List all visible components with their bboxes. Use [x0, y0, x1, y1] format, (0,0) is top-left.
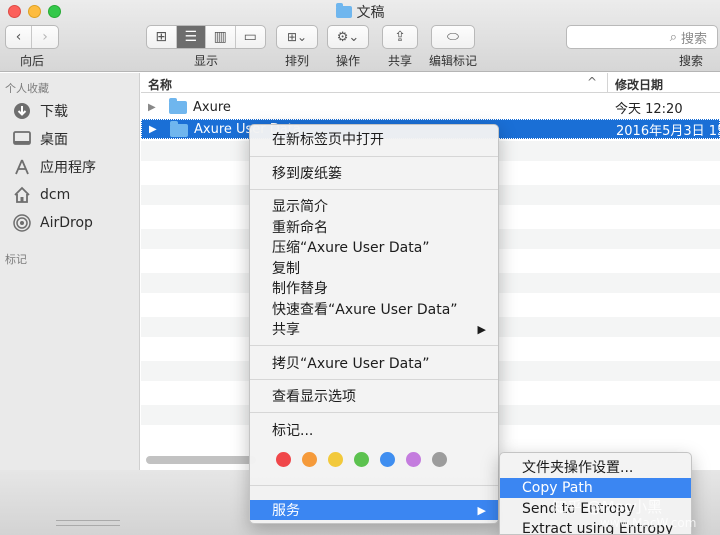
- menu-separator: [250, 379, 498, 380]
- icon-view-button[interactable]: ⊞: [147, 26, 177, 48]
- sidebar-item-downloads[interactable]: 下载: [12, 99, 68, 123]
- cover-flow-icon: ▭: [243, 29, 257, 45]
- arrange-label: 排列: [284, 54, 309, 68]
- share-button[interactable]: ⇪: [382, 25, 418, 49]
- menu-item-duplicate[interactable]: 复制: [250, 258, 498, 278]
- sidebar-item-desktop[interactable]: 桌面: [12, 127, 68, 151]
- tag-red[interactable]: [276, 452, 291, 467]
- menu-separator: [250, 156, 498, 157]
- menu-separator: [250, 189, 498, 190]
- share-label: 共享: [387, 54, 412, 68]
- menu-separator: [250, 485, 498, 486]
- favorites-heading: 个人收藏: [5, 82, 49, 95]
- gear-icon: ⚙⌄: [336, 29, 360, 45]
- airdrop-icon: [12, 213, 32, 233]
- applications-icon: [12, 157, 32, 177]
- table-row[interactable]: ▶ Axure 今天 12:20: [141, 97, 720, 117]
- folder-icon: [170, 121, 188, 137]
- resize-grip: [56, 520, 120, 526]
- gallery-view-button[interactable]: ▭: [236, 26, 265, 48]
- search-placeholder: 搜索: [680, 31, 707, 47]
- file-name: Axure: [193, 99, 231, 115]
- column-date-header[interactable]: 修改日期: [615, 76, 663, 93]
- menu-item-quick-look[interactable]: 快速查看“Axure User Data”: [250, 299, 498, 319]
- column-divider[interactable]: [607, 73, 608, 93]
- menu-separator: [250, 345, 498, 346]
- tag-purple[interactable]: [406, 452, 421, 467]
- menu-item-share[interactable]: 共享 ▶: [250, 319, 498, 339]
- disclosure-triangle-icon[interactable]: ▶: [148, 102, 156, 113]
- file-date: 今天 12:20: [615, 101, 683, 117]
- menu-item-make-alias[interactable]: 制作替身: [250, 278, 498, 298]
- file-date: 2016年5月3日 15: [616, 123, 720, 139]
- horizontal-scrollbar[interactable]: [146, 456, 256, 464]
- view-label: 显示: [193, 54, 218, 68]
- menu-item-move-to-trash[interactable]: 移到废纸篓: [250, 163, 498, 183]
- grid-icon: ⊞: [155, 29, 168, 45]
- edit-tags-label: 编辑标记: [428, 54, 477, 68]
- folder-icon: [335, 3, 352, 18]
- desktop-icon: [12, 129, 32, 149]
- window-title: 文稿: [0, 2, 720, 22]
- tag-yellow[interactable]: [328, 452, 343, 467]
- menu-item-rename[interactable]: 重新命名: [250, 217, 498, 237]
- sidebar: 个人收藏 下载 桌面 应用程序 dcm AirDrop 标记: [0, 73, 140, 470]
- menu-item-show-view-options[interactable]: 查看显示选项: [250, 386, 498, 406]
- sort-ascending-icon: ^: [587, 75, 598, 89]
- column-name-header[interactable]: 名称: [148, 76, 172, 93]
- disclosure-triangle-icon[interactable]: ▶: [149, 124, 157, 135]
- menu-item-tags[interactable]: 标记...: [250, 420, 498, 440]
- menu-item-services[interactable]: 服务 ▶: [250, 500, 498, 520]
- submenu-arrow-icon: ▶: [477, 503, 486, 517]
- tag-orange[interactable]: [302, 452, 317, 467]
- search-icon: ⌕: [669, 29, 677, 45]
- list-header: 名称 ^ 修改日期: [141, 73, 720, 93]
- watermark-text: 知乎 @Mac小黑: [552, 498, 663, 516]
- submenu-item-folder-actions[interactable]: 文件夹操作设置...: [500, 457, 691, 477]
- back-forward-control: ‹ ›: [5, 25, 59, 49]
- sidebar-item-home[interactable]: dcm: [12, 183, 70, 207]
- list-icon: ☰: [184, 29, 198, 45]
- tag-icon: ⬭: [447, 29, 459, 45]
- share-icon: ⇪: [394, 29, 406, 45]
- download-icon: [12, 101, 32, 121]
- arrange-icon: ⊞⌄: [286, 30, 308, 44]
- forward-button[interactable]: ›: [32, 26, 58, 48]
- list-view-button[interactable]: ☰: [176, 26, 206, 48]
- search-label: 搜索: [678, 54, 703, 68]
- action-button[interactable]: ⚙⌄: [327, 25, 369, 49]
- menu-item-get-info[interactable]: 显示简介: [250, 196, 498, 216]
- search-field[interactable]: ⌕ 搜索: [566, 25, 718, 49]
- column-view-button[interactable]: ▥: [206, 26, 236, 48]
- submenu-item-copy-path[interactable]: Copy Path: [500, 478, 691, 498]
- menu-item-compress[interactable]: 压缩“Axure User Data”: [250, 237, 498, 257]
- sidebar-item-applications[interactable]: 应用程序: [12, 155, 96, 179]
- edit-tags-button[interactable]: ⬭: [431, 25, 475, 49]
- home-icon: [12, 185, 32, 205]
- tags-heading: 标记: [5, 253, 27, 266]
- chevron-left-icon: ‹: [15, 29, 22, 45]
- folder-icon: [169, 98, 187, 114]
- action-label: 操作: [335, 54, 360, 68]
- menu-separator: [250, 412, 498, 413]
- tag-green[interactable]: [354, 452, 369, 467]
- columns-icon: ▥: [213, 29, 227, 45]
- context-menu: 在新标签页中打开 移到废纸篓 显示简介 重新命名 压缩“Axure User D…: [249, 124, 499, 524]
- tag-color-row: [276, 452, 447, 467]
- tag-gray[interactable]: [432, 452, 447, 467]
- chevron-right-icon: ›: [42, 29, 48, 45]
- watermark-url: www.MacW.com: [600, 516, 697, 530]
- arrange-button[interactable]: ⊞⌄: [276, 25, 318, 49]
- tag-blue[interactable]: [380, 452, 395, 467]
- view-switcher: ⊞ ☰ ▥ ▭: [146, 25, 266, 49]
- back-label: 向后: [19, 54, 44, 68]
- sidebar-item-airdrop[interactable]: AirDrop: [12, 211, 93, 235]
- submenu-arrow-icon: ▶: [477, 322, 486, 336]
- menu-item-copy[interactable]: 拷贝“Axure User Data”: [250, 353, 498, 373]
- menu-item-open-in-new-tab[interactable]: 在新标签页中打开: [250, 129, 498, 149]
- back-button[interactable]: ‹: [6, 26, 33, 48]
- toolbar: 文稿 ‹ › 向后 ⊞ ☰ ▥ ▭ 显示 ⊞⌄ 排列 ⚙⌄ 操作 ⇪ 共享 ⬭ …: [0, 0, 720, 72]
